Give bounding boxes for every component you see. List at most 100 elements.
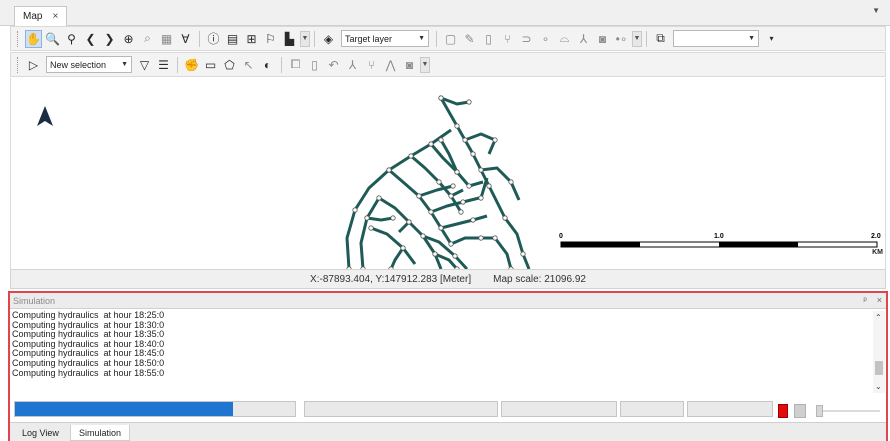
pipe-segment[interactable] [450,236,495,246]
table-icon[interactable]: ▤ [224,30,241,48]
pipe-node[interactable] [460,199,466,205]
pipe-node[interactable] [470,151,476,157]
simulation-log[interactable]: Computing hydraulics at hour 18:25:0 Com… [12,311,878,393]
pipe-node[interactable] [462,137,468,143]
pipe-node[interactable] [438,137,444,143]
polygon-select-icon[interactable]: ⬠ [221,56,238,74]
lasso-select-icon[interactable]: ↖ [240,56,257,74]
node-icon[interactable]: ∘ [537,30,554,48]
pipe-node[interactable] [436,179,442,185]
pipe-segment[interactable] [370,226,417,265]
invert-select-icon[interactable]: ◐ [259,56,276,74]
target-layer-select[interactable]: Target layer ▼ [341,30,429,47]
camera-icon[interactable]: ◙ [594,30,611,48]
pipe-node[interactable] [466,99,472,105]
identify-icon[interactable]: ⊞ [243,30,260,48]
pipe-node[interactable] [364,215,370,221]
split-icon[interactable]: ⑂ [499,30,516,48]
junction-icon[interactable]: ⅄ [575,30,592,48]
pause-simulation-button[interactable] [794,404,806,418]
pipe-node[interactable] [478,167,484,173]
chevron-down-icon[interactable]: ▼ [420,56,430,73]
branch-icon[interactable]: ⑂ [363,56,380,74]
pipe-node[interactable] [478,235,484,241]
pipe-node[interactable] [420,233,426,239]
chevron-up-icon[interactable]: ⌃ [875,313,882,322]
pipe-node[interactable] [438,225,444,231]
select-pointer-icon[interactable]: ▷ [25,56,42,74]
zoom-in-icon[interactable]: 🔍 [44,30,61,48]
pipe-node[interactable] [486,183,492,189]
forward-icon[interactable]: ❯ [101,30,118,48]
pipe-node[interactable] [368,225,374,231]
pipe-segment[interactable] [359,197,381,269]
tab-simulation[interactable]: Simulation [70,425,131,441]
pipe-node[interactable] [502,215,508,221]
info-icon[interactable]: ⓘ [205,30,222,48]
slider-handle[interactable] [816,405,823,417]
pipe-node[interactable] [492,137,498,143]
vertex-icon[interactable]: •∘ [613,30,630,48]
toolbar-grip[interactable] [17,56,20,73]
rectangle-select-icon[interactable]: ▭ [202,56,219,74]
pencil-icon[interactable]: ✎ [461,30,478,48]
zoom-out-icon[interactable]: ⚲ [63,30,80,48]
snapshot-icon[interactable]: ◙ [401,56,418,74]
trash-icon[interactable]: ▯ [480,30,497,48]
tab-map[interactable]: Map × [14,6,68,26]
pipe-segment[interactable] [439,139,459,173]
valve-icon[interactable]: ⌓ [556,30,573,48]
zoom-layer-icon[interactable]: ▦ [158,30,175,48]
pipe-node[interactable] [352,207,358,213]
stop-simulation-button[interactable] [778,404,788,418]
toolbar-grip[interactable] [17,30,20,47]
pipe-node[interactable] [428,141,434,147]
copy-icon[interactable]: ⧠ [287,56,304,74]
simulation-speed-slider[interactable] [816,405,880,417]
pipe-node[interactable] [454,169,460,175]
pipe-node[interactable] [416,193,422,199]
chevron-down-icon[interactable]: ⌄ [875,382,882,391]
pipe-node[interactable] [386,167,392,173]
clipboard-icon[interactable]: ▯ [306,56,323,74]
chart-icon[interactable]: ▙ [281,30,298,48]
pipe-segment[interactable] [493,237,513,269]
pipe-node[interactable] [454,123,460,129]
chevron-down-icon[interactable]: ▼ [300,30,310,47]
layers-icon[interactable]: ◈ [320,30,337,48]
pipe-segment[interactable] [464,132,497,155]
log-scrollbar[interactable]: ⌃ ⌄ [873,311,885,393]
pipe-node[interactable] [448,241,454,247]
scrollbar-thumb[interactable] [875,361,883,375]
chevron-down-icon[interactable]: ▾ [763,30,780,48]
filter-select-icon[interactable]: ▽ [136,56,153,74]
zoom-selection-icon[interactable]: ⌕ [139,30,156,48]
pipe-node[interactable] [448,193,454,199]
layer-select[interactable]: ▼ [673,30,759,47]
pipe-node[interactable] [466,183,472,189]
close-icon[interactable]: × [52,11,58,22]
pipe-node[interactable] [452,253,458,259]
pipe-node[interactable] [376,195,382,201]
pipe-node[interactable] [408,153,414,159]
undo-icon[interactable]: ↶ [325,56,342,74]
hook-icon[interactable]: ⊃ [518,30,535,48]
pipe-node[interactable] [438,95,444,101]
pipe-node[interactable] [492,235,498,241]
pipe-node[interactable] [508,179,514,185]
pipe-node[interactable] [428,209,434,215]
pipe-node[interactable] [432,251,438,257]
pin-icon[interactable]: ᵖ [863,295,866,305]
globe-icon[interactable]: ⊕ [120,30,137,48]
map-canvas[interactable]: 0 1.0 2.0 KM [10,78,886,269]
tab-log-view[interactable]: Log View [14,425,67,441]
chevron-down-icon[interactable]: ▼ [872,6,880,15]
hand-select-icon[interactable]: ✊ [183,56,200,74]
pipe-node[interactable] [520,251,526,257]
connect-icon[interactable]: ⋀ [382,56,399,74]
pipe-node[interactable] [470,217,476,223]
zoom-filter-icon[interactable]: ∀ [177,30,194,48]
pipe-node[interactable] [478,195,484,201]
chevron-down-icon[interactable]: ▼ [632,30,642,47]
pipe-segment[interactable] [366,216,394,222]
